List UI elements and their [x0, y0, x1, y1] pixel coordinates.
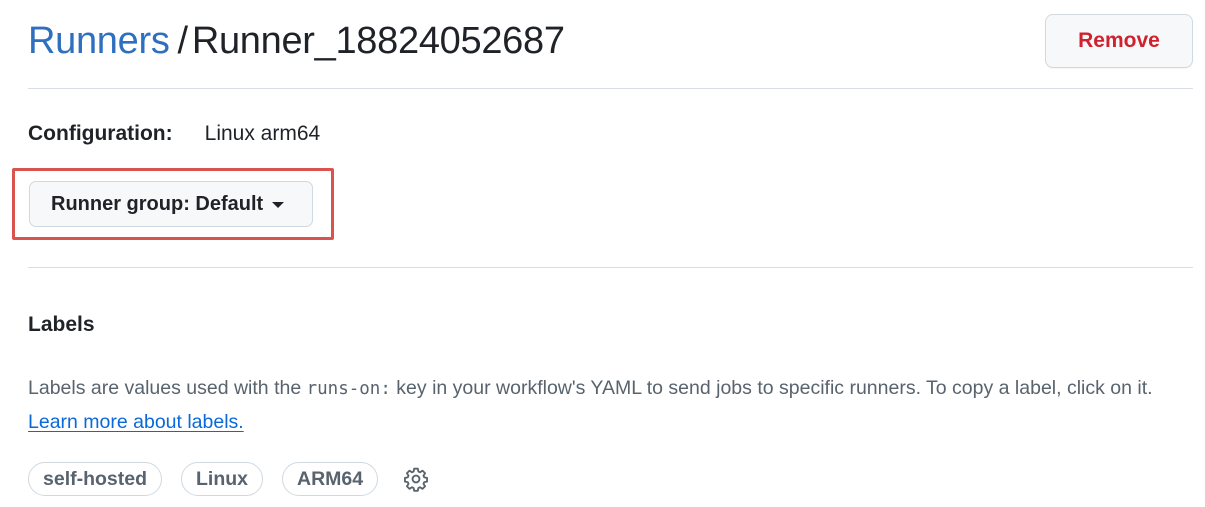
- labels-description-text: key in your workflow's YAML to send jobs…: [390, 377, 1153, 399]
- label-chips: self-hosted Linux ARM64: [28, 462, 429, 496]
- page-title: Runners / Runner_18824052687: [28, 20, 565, 63]
- breadcrumb-separator: /: [177, 19, 189, 62]
- label-chip[interactable]: ARM64: [282, 462, 379, 496]
- caret-down-icon: [272, 202, 285, 208]
- runs-on-code: runs-on:: [306, 379, 391, 399]
- label-chip[interactable]: Linux: [181, 462, 264, 496]
- runner-detail-page: Runners / Runner_18824052687 Remove Config…: [0, 0, 1205, 507]
- breadcrumb-runners-link[interactable]: Runners: [28, 20, 170, 62]
- configuration-value: Linux arm64: [204, 122, 321, 145]
- runner-group-label: Runner group: Default: [51, 192, 264, 215]
- configuration-label: Configuration:: [28, 122, 173, 145]
- runner-group-dropdown[interactable]: Runner group: Default: [29, 181, 313, 227]
- divider: [28, 88, 1193, 89]
- labels-description: Labels are values used with the runs-on:…: [28, 372, 1178, 439]
- learn-more-labels-link[interactable]: Learn more about labels.: [28, 411, 244, 433]
- remove-button[interactable]: Remove: [1045, 14, 1193, 68]
- runner-name: Runner_18824052687: [191, 19, 565, 62]
- page-header: Runners / Runner_18824052687 Remove: [28, 10, 1193, 72]
- labels-description-text: Labels are values used with the: [28, 377, 307, 399]
- gear-icon[interactable]: [403, 466, 429, 492]
- divider: [28, 267, 1193, 268]
- labels-heading: Labels: [28, 313, 95, 336]
- configuration-row: Configuration: Linux arm64: [28, 122, 320, 146]
- label-chip[interactable]: self-hosted: [28, 462, 163, 496]
